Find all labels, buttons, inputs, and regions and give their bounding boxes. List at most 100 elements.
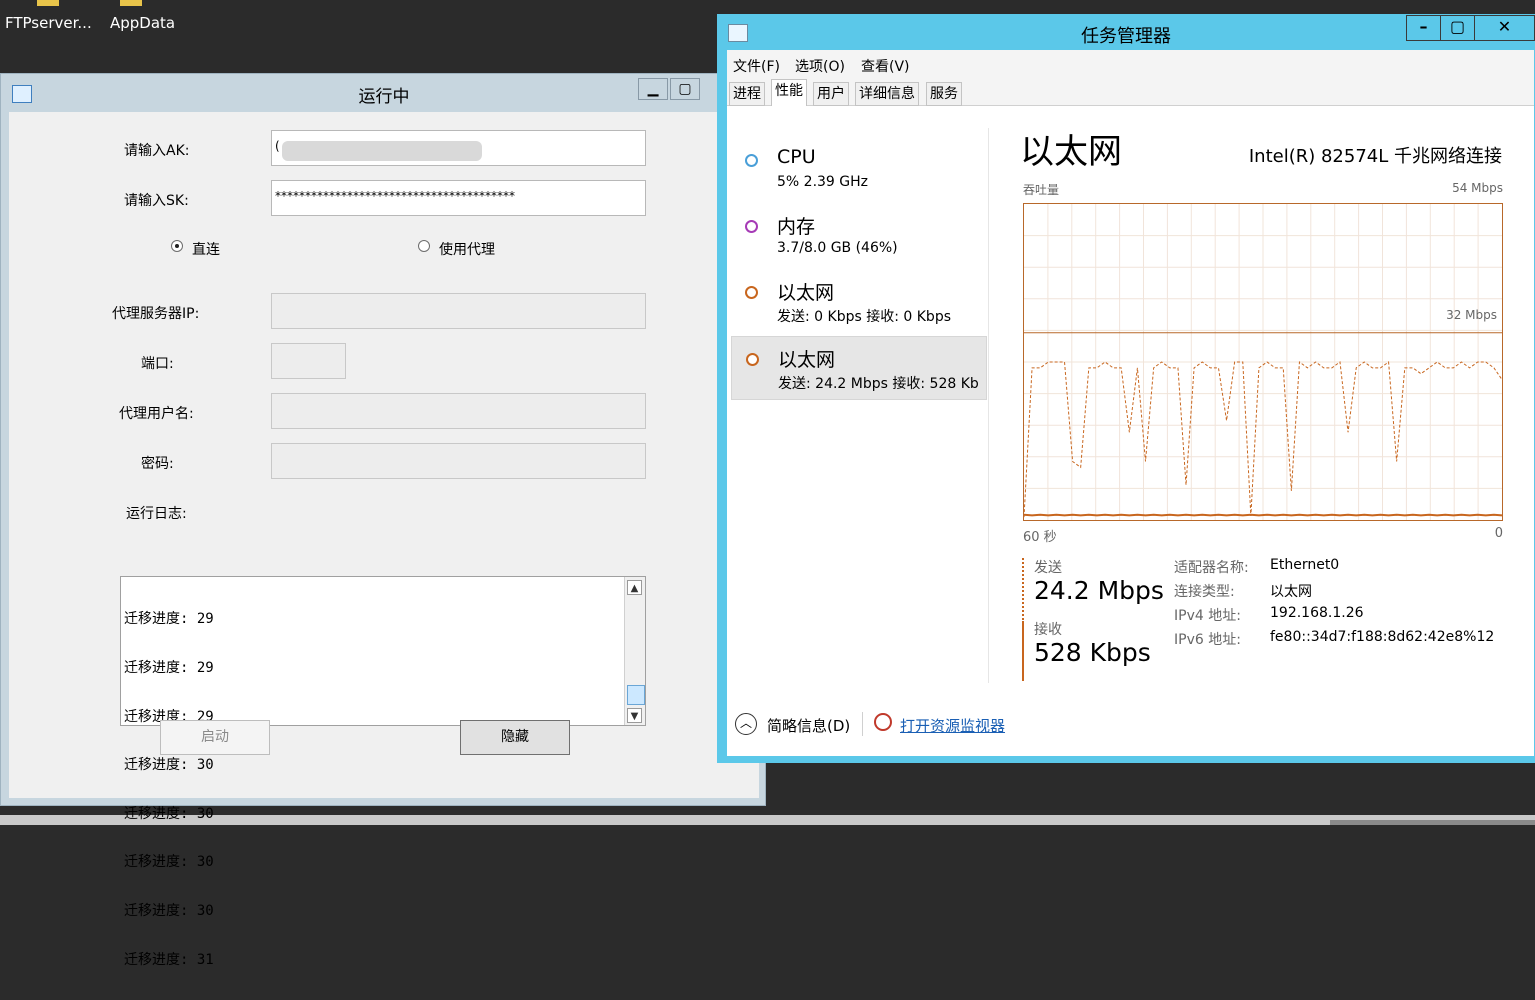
graph-mid-label: 32 Mbps (1446, 308, 1497, 322)
tab-processes[interactable]: 进程 (729, 82, 765, 106)
maximize-button[interactable]: ▢ (1440, 15, 1475, 41)
open-resource-monitor-link[interactable]: 打开资源监视器 (900, 715, 1005, 736)
taskbar-edge (0, 815, 1535, 825)
resource-cpu[interactable]: CPU 5% 2.39 GHz (731, 138, 987, 202)
ak-input[interactable]: ( (271, 130, 646, 166)
ipv4-value: 192.168.1.26 (1270, 605, 1364, 621)
menu-bar: 文件(F) 选项(O) 查看(V) (727, 50, 1534, 78)
maximize-button[interactable]: ▢ (670, 78, 700, 100)
log-label: 运行日志: (126, 506, 187, 522)
resource-ethernet-1[interactable]: 以太网 发送: 0 Kbps 接收: 0 Kbps (731, 270, 987, 334)
throughput-graph (1023, 203, 1503, 521)
adapter-name: Intel(R) 82574L 千兆网络连接 (1248, 146, 1502, 167)
resource-sub: 3.7/8.0 GB (46%) (777, 240, 898, 256)
proxy-radio[interactable] (418, 240, 430, 252)
memory-indicator-icon (745, 220, 758, 233)
receive-series-line (1024, 513, 1502, 517)
direct-radio-label[interactable]: 直连 (192, 239, 220, 259)
send-value: 24.2 Mbps (1034, 576, 1164, 605)
resource-memory[interactable]: 内存 3.7/8.0 GB (46%) (731, 204, 987, 268)
ftpserver-icon[interactable] (37, 0, 59, 6)
ethernet-indicator-icon (746, 353, 759, 366)
start-button[interactable]: 启动 (160, 720, 270, 755)
panel-divider (988, 128, 989, 683)
scroll-up-icon[interactable]: ▲ (627, 580, 642, 595)
app-client-area: 请输入AK: ( 请输入SK: ************************… (9, 112, 759, 968)
proxy-user-label: 代理用户名: (119, 406, 194, 422)
chevron-up-icon[interactable]: ︿ (735, 713, 757, 735)
time-right-label: 0 (1494, 526, 1503, 541)
send-label: 发送 (1034, 560, 1062, 576)
tab-bar: 进程 性能 用户 详细信息 服务 (727, 78, 1534, 107)
menu-view[interactable]: 查看(V) (861, 56, 910, 76)
app-titlebar: 运行中 ▁ ▢ (1, 74, 765, 110)
tab-services[interactable]: 服务 (926, 82, 962, 106)
minimize-button[interactable]: ▁ (638, 78, 668, 100)
taskbar-edge-dark (1330, 820, 1535, 825)
resource-ethernet-2[interactable]: 以太网 发送: 24.2 Mbps 接收: 528 Kb (731, 336, 987, 400)
proxy-ip-input[interactable] (271, 293, 646, 329)
footer-separator (862, 712, 863, 736)
resource-monitor-icon[interactable] (874, 713, 892, 731)
graph-max-label: 54 Mbps (1452, 181, 1503, 195)
desktop-icon-label[interactable]: FTPserver... (5, 14, 92, 32)
log-textarea[interactable]: 迁移进度: 29 迁移进度: 29 迁移进度: 29 迁移进度: 30 迁移进度… (120, 576, 646, 968)
adapter-name-key: 适配器名称: (1174, 560, 1249, 576)
minimize-button[interactable]: – (1406, 15, 1441, 41)
tab-performance[interactable]: 性能 (771, 79, 807, 107)
receive-legend-bar (1022, 621, 1024, 681)
proxy-ip-label: 代理服务器IP: (112, 306, 200, 322)
proxy-user-input[interactable] (271, 393, 646, 429)
port-input[interactable] (271, 343, 346, 379)
performance-panel: CPU 5% 2.39 GHz 内存 3.7/8.0 GB (46%) 以太网 … (727, 106, 1534, 756)
resource-name: 以太网 (777, 282, 835, 304)
sk-input[interactable]: **************************************** (271, 180, 646, 216)
connection-type-key: 连接类型: (1174, 584, 1235, 600)
throughput-label: 吞吐量 (1023, 183, 1060, 197)
resource-sub: 发送: 24.2 Mbps 接收: 528 Kb (778, 376, 979, 392)
tab-details[interactable]: 详细信息 (855, 82, 919, 106)
cpu-indicator-icon (745, 154, 758, 167)
resource-name: 内存 (777, 216, 816, 238)
password-label: 密码: (141, 456, 174, 472)
resource-name: CPU (777, 146, 816, 168)
connection-type-value: 以太网 (1270, 584, 1312, 600)
ipv6-key: IPv6 地址: (1174, 632, 1241, 648)
resource-sub: 5% 2.39 GHz (777, 174, 869, 190)
hide-button[interactable]: 隐藏 (460, 720, 570, 755)
scroll-down-icon[interactable]: ▼ (627, 708, 642, 723)
log-line: 迁移进度: 30 (124, 903, 214, 920)
receive-value: 528 Kbps (1034, 638, 1151, 667)
proxy-radio-label[interactable]: 使用代理 (439, 239, 495, 259)
scroll-thumb[interactable] (627, 685, 645, 705)
sk-label: 请输入SK: (124, 193, 189, 209)
desktop-icon-label[interactable]: AppData (110, 14, 175, 32)
close-button[interactable]: ✕ (1474, 15, 1535, 41)
log-line: 迁移进度: 29 (124, 660, 214, 677)
log-line: 迁移进度: 29 (124, 611, 214, 628)
task-manager-footer: ︿ 简略信息(D) 打开资源监视器 (727, 706, 1534, 756)
ethernet-indicator-icon (745, 286, 758, 299)
ak-value: ( (275, 139, 280, 153)
tab-users[interactable]: 用户 (813, 82, 849, 106)
log-scrollbar[interactable]: ▲ ▼ (624, 577, 645, 725)
fewer-details-link[interactable]: 简略信息(D) (767, 715, 850, 736)
direct-radio[interactable] (171, 240, 183, 252)
ipv6-value: fe80::34d7:f188:8d62:42e8%12 (1270, 629, 1495, 645)
time-left-label: 60 秒 (1023, 530, 1057, 545)
ipv4-key: IPv4 地址: (1174, 608, 1241, 624)
detail-title: 以太网 (1020, 132, 1122, 172)
menu-file[interactable]: 文件(F) (733, 56, 780, 76)
password-input[interactable] (271, 443, 646, 479)
receive-label: 接收 (1034, 622, 1062, 638)
log-lines: 迁移进度: 29 迁移进度: 29 迁移进度: 29 迁移进度: 30 迁移进度… (124, 579, 214, 1000)
log-line: 迁移进度: 31 (124, 951, 214, 968)
log-line: 迁移进度: 30 (124, 757, 214, 774)
menu-options[interactable]: 选项(O) (795, 56, 845, 76)
log-line: 迁移进度: 30 (124, 805, 214, 822)
port-label: 端口: (141, 356, 174, 372)
log-line: 迁移进度: 30 (124, 854, 214, 871)
appdata-folder-icon[interactable] (120, 0, 142, 6)
resource-sub: 发送: 0 Kbps 接收: 0 Kbps (777, 309, 951, 325)
ak-redaction (282, 141, 482, 161)
